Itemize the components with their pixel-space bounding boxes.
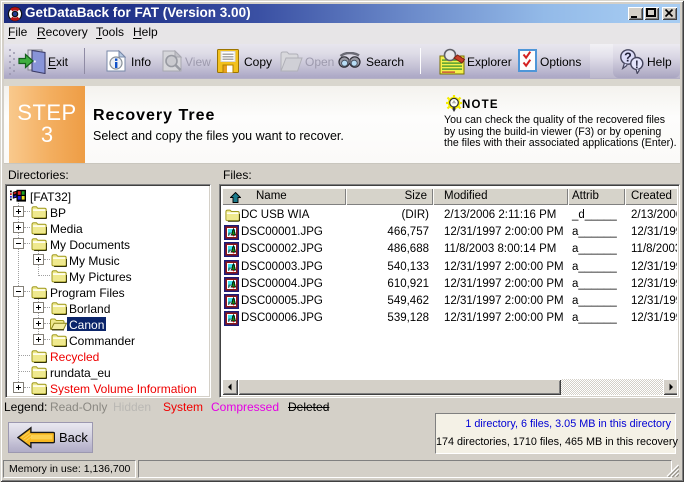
svg-text:!: ! <box>635 59 639 71</box>
